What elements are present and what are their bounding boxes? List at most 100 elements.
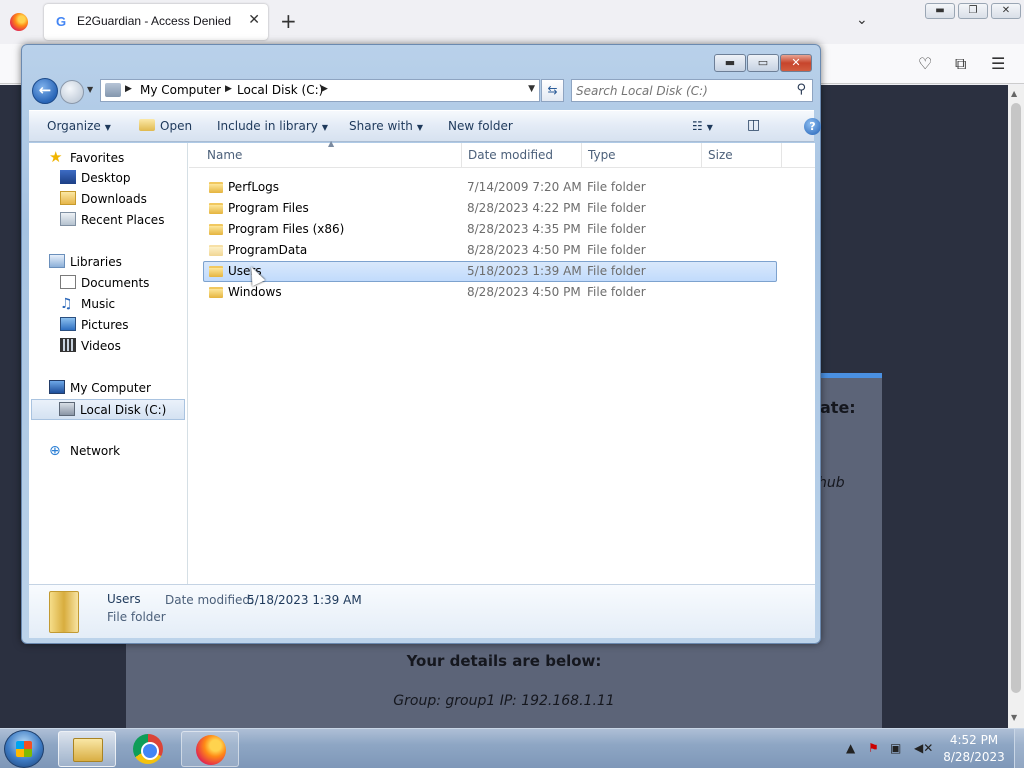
close-browser-button[interactable]: ✕ [991, 3, 1021, 19]
downloads-icon [60, 191, 76, 205]
scroll-thumb[interactable] [1011, 103, 1021, 693]
file-row-selected[interactable]: Users 5/18/2023 1:39 AM File folder [203, 261, 777, 282]
address-dropdown-icon[interactable]: ▼ [528, 84, 535, 94]
show-desktop-button[interactable] [1014, 729, 1024, 768]
nav-desktop[interactable]: Desktop [60, 168, 131, 189]
minimize-browser-button[interactable]: ▬ [925, 3, 955, 19]
folder-icon [209, 245, 223, 256]
nav-documents[interactable]: Documents [60, 273, 149, 294]
nav-local-disk[interactable]: Local Disk (C:) [31, 399, 185, 420]
volume-muted-icon[interactable]: ◀✕ [914, 741, 933, 755]
nav-my-computer[interactable]: My Computer [49, 378, 151, 399]
breadcrumb-separator-icon[interactable]: ▶ [225, 84, 232, 94]
file-date: 8/28/2023 4:22 PM [467, 201, 581, 215]
network-status-icon[interactable]: ▣ [890, 741, 901, 755]
address-bar[interactable]: ▶ My Computer ▶ Local Disk (C:) ▶ ▼ [100, 79, 540, 102]
clock-time[interactable]: 4:52 PM [935, 733, 1013, 747]
new-tab-button[interactable]: + [280, 9, 297, 33]
start-button[interactable] [4, 730, 44, 768]
pocket-icon[interactable]: ♡ [918, 54, 932, 73]
preview-pane-icon[interactable]: ◫ [747, 117, 760, 133]
file-row[interactable]: PerfLogs 7/14/2009 7:20 AM File folder [203, 177, 777, 198]
libraries-icon [49, 254, 65, 268]
column-type[interactable]: Type [582, 143, 702, 167]
folder-icon [49, 591, 79, 633]
organize-button[interactable]: Organize ▼ [47, 119, 111, 133]
new-folder-button[interactable]: New folder [448, 119, 513, 133]
page-scrollbar[interactable]: ▲ ▼ [1008, 85, 1024, 728]
file-name: Program Files (x86) [228, 222, 345, 236]
help-icon[interactable]: ? [804, 118, 821, 135]
tab-title: E2Guardian - Access Denied [77, 14, 232, 28]
firefox-icon [196, 735, 226, 765]
breadcrumb-separator-icon[interactable]: ▶ [321, 84, 328, 94]
menu-icon[interactable]: ☰ [991, 54, 1005, 73]
nav-recent-places[interactable]: Recent Places [60, 210, 164, 231]
breadcrumb-my-computer[interactable]: My Computer [140, 83, 221, 97]
scroll-up-icon[interactable]: ▲ [1011, 89, 1017, 98]
taskbar-chrome[interactable] [119, 731, 177, 767]
recent-pages-icon[interactable]: ▼ [87, 85, 93, 94]
folder-icon [209, 266, 223, 277]
column-size[interactable]: Size [702, 143, 782, 167]
file-row[interactable]: ProgramData 8/28/2023 4:50 PM File folde… [203, 240, 777, 261]
explorer-body: ★ Favorites Desktop Downloads Recent Plac… [29, 139, 815, 584]
change-view-button[interactable]: ☷ ▼ [692, 119, 713, 133]
file-row[interactable]: Program Files (x86) 8/28/2023 4:35 PM Fi… [203, 219, 777, 240]
file-type: File folder [587, 243, 646, 257]
search-input[interactable] [576, 82, 786, 99]
list-all-tabs-icon[interactable]: ⌄ [856, 12, 868, 28]
minimize-button[interactable]: ▬ [714, 54, 746, 72]
extensions-icon[interactable]: ⧉ [955, 54, 966, 74]
show-hidden-icons-icon[interactable]: ▲ [846, 741, 855, 755]
include-in-library-button[interactable]: Include in library ▼ [217, 119, 328, 133]
file-type: File folder [587, 264, 646, 278]
folder-icon [209, 182, 223, 193]
nav-pictures[interactable]: Pictures [60, 315, 129, 336]
nav-videos[interactable]: Videos [60, 336, 121, 357]
maximize-button[interactable]: ▭ [747, 54, 779, 72]
text-fragment: hub [818, 475, 845, 491]
browser-tab-bar: G E2Guardian - Access Denied ✕ + ⌄ ▬ ❐ ✕ [0, 0, 1024, 44]
scroll-down-icon[interactable]: ▼ [1011, 713, 1017, 722]
nav-network[interactable]: ⊕ Network [49, 441, 120, 462]
details-item-kind: File folder [107, 610, 166, 624]
pictures-icon [60, 317, 76, 331]
share-with-button[interactable]: Share with ▼ [349, 119, 423, 133]
file-name: Windows [228, 285, 282, 299]
back-button[interactable]: ← [32, 78, 58, 104]
nav-favorites[interactable]: ★ Favorites [49, 147, 124, 168]
command-bar: Organize ▼ Open Include in library ▼ Share… [29, 110, 821, 142]
close-tab-icon[interactable]: ✕ [248, 12, 260, 28]
firefox-view-icon[interactable] [10, 13, 28, 31]
taskbar: ▲ ⚑ ▣ ◀✕ 4:52 PM 8/28/2023 [0, 728, 1024, 768]
search-box[interactable]: ⚲ [571, 79, 813, 102]
taskbar-firefox[interactable] [181, 731, 239, 767]
action-center-icon[interactable]: ⚑ [868, 741, 879, 755]
details-line: Group: group1 IP: 192.168.1.11 [393, 693, 615, 709]
nav-downloads[interactable]: Downloads [60, 189, 147, 210]
refresh-button[interactable]: ⇆ [541, 79, 564, 102]
file-list: Name ▲ Date modified Type Size PerfLogs … [189, 139, 815, 584]
browser-tab[interactable]: G E2Guardian - Access Denied ✕ [44, 4, 268, 40]
nav-music[interactable]: ♫ Music [60, 294, 115, 315]
file-row[interactable]: Program Files 8/28/2023 4:22 PM File fol… [203, 198, 777, 219]
column-date-modified[interactable]: Date modified [462, 143, 582, 167]
explorer-window: ▬ ▭ ✕ ← ▼ ▶ My Computer ▶ Local Disk (C:… [21, 44, 821, 644]
restore-browser-button[interactable]: ❐ [958, 3, 988, 19]
taskbar-explorer[interactable] [58, 731, 116, 767]
breadcrumb-local-disk[interactable]: Local Disk (C:) [237, 83, 323, 97]
clock-date[interactable]: 8/28/2023 [935, 750, 1013, 764]
close-button[interactable]: ✕ [780, 54, 812, 72]
file-row[interactable]: Windows 8/28/2023 4:50 PM File folder [203, 282, 777, 303]
forward-button[interactable] [60, 80, 84, 104]
file-type: File folder [587, 180, 646, 194]
documents-icon [60, 275, 76, 289]
open-button[interactable]: Open [139, 119, 192, 133]
breadcrumb-separator-icon[interactable]: ▶ [125, 84, 132, 94]
nav-libraries[interactable]: Libraries [49, 252, 122, 273]
desktop-icon [60, 170, 76, 184]
file-type: File folder [587, 201, 646, 215]
search-icon[interactable]: ⚲ [796, 82, 806, 97]
details-item-name: Users [107, 592, 141, 606]
